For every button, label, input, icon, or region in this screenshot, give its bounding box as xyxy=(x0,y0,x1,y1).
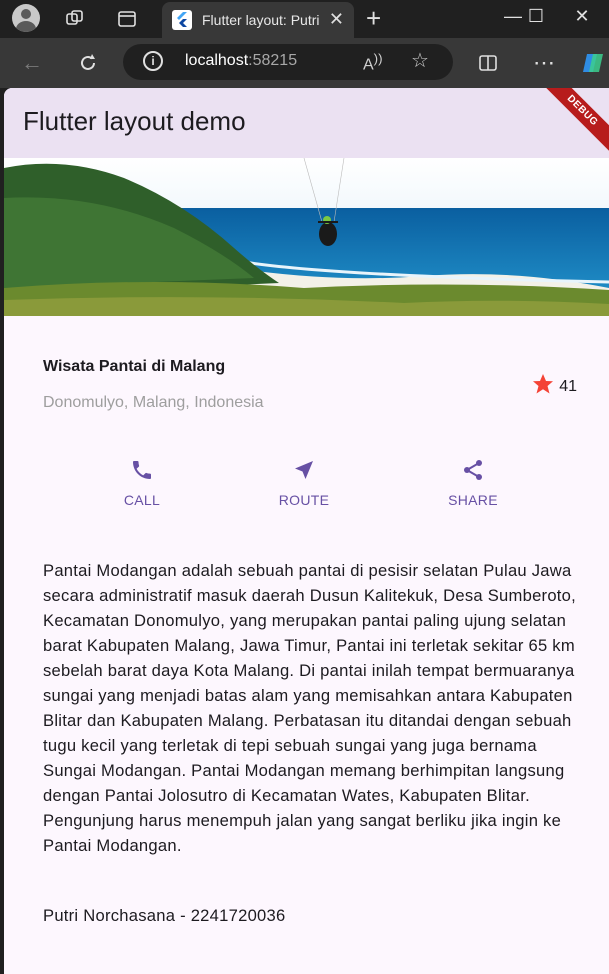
active-tab[interactable]: Flutter layout: Putri ✕ xyxy=(162,2,354,38)
action-buttons-row: CALL ROUTE SHARE xyxy=(4,458,609,518)
url-host: localhost xyxy=(185,52,249,69)
place-name: Wisata Pantai di Malang xyxy=(43,358,226,375)
share-button[interactable]: SHARE xyxy=(418,458,528,508)
tab-title: Flutter layout: Putri xyxy=(202,12,320,28)
description-text: Pantai Modangan adalah sebuah pantai di … xyxy=(43,561,576,855)
flutter-app: Flutter layout demo DEBUG Wisata Pantai … xyxy=(4,88,609,974)
share-icon xyxy=(418,458,528,482)
browser-tab-bar: Flutter layout: Putri ✕ + — ☐ ✕ xyxy=(0,0,609,38)
split-screen-icon[interactable] xyxy=(474,49,502,77)
url-port: :58215 xyxy=(248,52,298,69)
tab-close-icon[interactable]: ✕ xyxy=(329,9,344,29)
workspaces-icon[interactable] xyxy=(60,4,90,34)
url-field[interactable]: i localhost:58215 A)) ☆ xyxy=(123,44,453,80)
window-close-icon[interactable]: ✕ xyxy=(562,2,602,30)
phone-icon xyxy=(87,458,197,482)
maximize-icon[interactable]: ☐ xyxy=(516,2,556,30)
call-button[interactable]: CALL xyxy=(87,458,197,508)
read-aloud-icon[interactable]: A)) xyxy=(363,51,383,74)
address-bar: ← i localhost:58215 A)) ☆ ⋯ xyxy=(0,38,609,88)
new-tab-icon[interactable]: + xyxy=(366,3,381,33)
navigation-icon xyxy=(249,458,359,482)
route-label: ROUTE xyxy=(278,492,330,508)
more-menu-icon[interactable]: ⋯ xyxy=(530,49,558,77)
place-location: Donomulyo, Malang, Indonesia xyxy=(43,394,264,411)
star-icon xyxy=(531,372,555,401)
favorite-star-icon[interactable]: ☆ xyxy=(411,48,429,73)
author-text: Putri Norchasana - 2241720036 xyxy=(43,906,286,925)
call-label: CALL xyxy=(123,492,161,508)
share-label: SHARE xyxy=(448,492,498,508)
flutter-logo-icon xyxy=(172,10,192,30)
rating-count: 41 xyxy=(559,377,577,395)
back-icon[interactable]: ← xyxy=(18,49,46,77)
site-info-icon[interactable]: i xyxy=(143,51,163,71)
copilot-icon[interactable] xyxy=(580,49,608,77)
rating: 41 xyxy=(531,372,577,401)
profile-avatar[interactable] xyxy=(12,4,40,32)
app-bar: Flutter layout demo xyxy=(4,88,609,158)
tab-actions-icon[interactable] xyxy=(112,4,142,34)
app-bar-title: Flutter layout demo xyxy=(23,106,246,136)
title-section: Wisata Pantai di Malang Donomulyo, Malan… xyxy=(43,352,583,412)
route-button[interactable]: ROUTE xyxy=(249,458,359,508)
hero-beach-image xyxy=(4,158,609,316)
reload-icon[interactable] xyxy=(74,49,102,77)
